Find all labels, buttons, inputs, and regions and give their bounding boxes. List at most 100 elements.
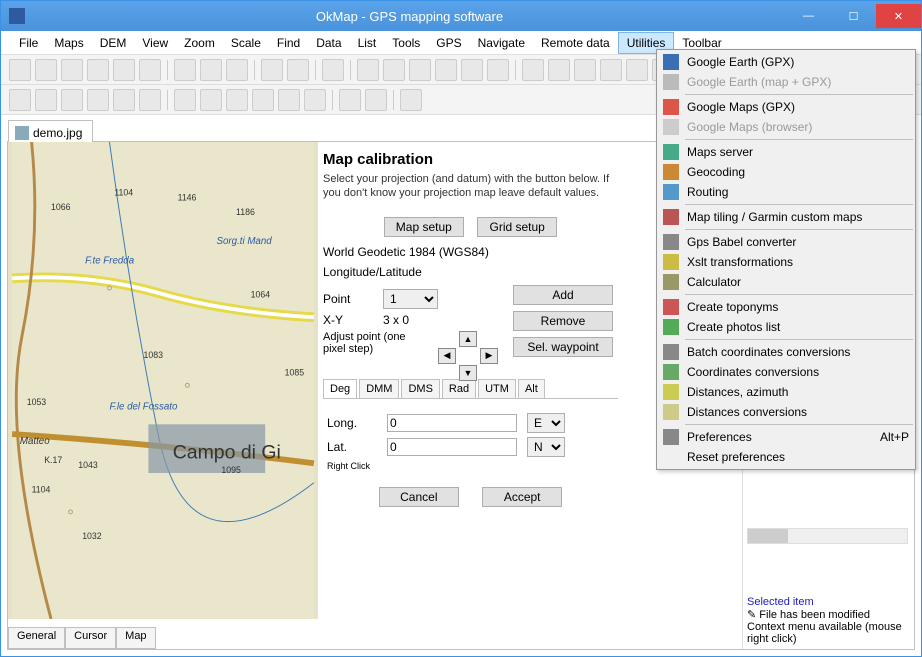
latitude-input[interactable] (387, 438, 517, 456)
menu-navigate[interactable]: Navigate (470, 33, 533, 53)
menu-maps[interactable]: Maps (46, 33, 91, 53)
tool-icon[interactable] (574, 59, 596, 81)
menu-item-distances-conversions[interactable]: Distances conversions (659, 402, 913, 422)
tool-icon[interactable] (400, 89, 422, 111)
tool-icon[interactable] (383, 59, 405, 81)
tool-icon[interactable] (626, 59, 648, 81)
tool-icon[interactable] (87, 89, 109, 111)
menu-find[interactable]: Find (269, 33, 308, 53)
accept-button[interactable]: Accept (482, 487, 562, 507)
menu-item-gps-babel-converter[interactable]: Gps Babel converter (659, 232, 913, 252)
coord-tab-dms[interactable]: DMS (401, 379, 439, 398)
minimize-button[interactable]: — (786, 4, 831, 28)
document-tab[interactable]: demo.jpg (8, 120, 93, 142)
coord-tab-deg[interactable]: Deg (323, 379, 357, 398)
tool-icon[interactable] (487, 59, 509, 81)
menu-data[interactable]: Data (308, 33, 349, 53)
menu-item-distances-azimuth[interactable]: Distances, azimuth (659, 382, 913, 402)
tool-icon[interactable] (461, 59, 483, 81)
tool-icon[interactable] (35, 59, 57, 81)
tool-icon[interactable] (322, 59, 344, 81)
longitude-direction-select[interactable]: E (527, 413, 565, 433)
tool-icon[interactable] (226, 89, 248, 111)
tool-icon[interactable] (357, 59, 379, 81)
menu-item-xslt-transformations[interactable]: Xslt transformations (659, 252, 913, 272)
tool-icon[interactable] (174, 89, 196, 111)
menu-tools[interactable]: Tools (384, 33, 428, 53)
tool-icon[interactable] (139, 89, 161, 111)
tool-icon[interactable] (174, 59, 196, 81)
menu-item-google-earth-gpx-[interactable]: Google Earth (GPX) (659, 52, 913, 72)
maximize-button[interactable]: ☐ (831, 4, 876, 28)
menu-list[interactable]: List (350, 33, 385, 53)
tool-icon[interactable] (261, 59, 283, 81)
grid-setup-button[interactable]: Grid setup (477, 217, 557, 237)
tool-icon[interactable] (548, 59, 570, 81)
tool-icon[interactable] (87, 59, 109, 81)
gmap-icon (663, 99, 679, 115)
arrow-right-button[interactable]: ▶ (480, 348, 498, 364)
cancel-button[interactable]: Cancel (379, 487, 459, 507)
tool-icon[interactable] (600, 59, 622, 81)
menu-item-create-photos-list[interactable]: Create photos list (659, 317, 913, 337)
menu-item-reset-preferences[interactable]: Reset preferences (659, 447, 913, 467)
coord-tab-alt[interactable]: Alt (518, 379, 545, 398)
menu-item-geocoding[interactable]: Geocoding (659, 162, 913, 182)
menu-item-routing[interactable]: Routing (659, 182, 913, 202)
close-button[interactable]: ✕ (876, 4, 921, 28)
coord-tab-dmm[interactable]: DMM (359, 379, 399, 398)
tool-icon[interactable] (113, 89, 135, 111)
select-waypoint-button[interactable]: Sel. waypoint (513, 337, 613, 357)
menu-item-coordinates-conversions[interactable]: Coordinates conversions (659, 362, 913, 382)
menu-item-maps-server[interactable]: Maps server (659, 142, 913, 162)
tool-icon[interactable] (365, 89, 387, 111)
arrow-up-button[interactable]: ▲ (459, 331, 477, 347)
tool-icon[interactable] (61, 59, 83, 81)
tool-icon[interactable] (522, 59, 544, 81)
tab-cursor[interactable]: Cursor (65, 627, 116, 649)
tab-map[interactable]: Map (116, 627, 155, 649)
menu-item-map-tiling-garmin-custom-maps[interactable]: Map tiling / Garmin custom maps (659, 207, 913, 227)
arrow-down-button[interactable]: ▼ (459, 365, 477, 381)
tool-icon[interactable] (139, 59, 161, 81)
menu-dem[interactable]: DEM (92, 33, 135, 53)
menu-remote-data[interactable]: Remote data (533, 33, 618, 53)
add-button[interactable]: Add (513, 285, 613, 305)
menu-item-calculator[interactable]: Calculator (659, 272, 913, 292)
menu-zoom[interactable]: Zoom (176, 33, 223, 53)
tab-general[interactable]: General (8, 627, 65, 649)
tool-icon[interactable] (226, 59, 248, 81)
menu-file[interactable]: File (11, 33, 46, 53)
tool-icon[interactable] (339, 89, 361, 111)
tool-icon[interactable] (409, 59, 431, 81)
longitude-input[interactable] (387, 414, 517, 432)
tool-icon[interactable] (435, 59, 457, 81)
tool-icon[interactable] (35, 89, 57, 111)
menu-item-preferences[interactable]: PreferencesAlt+P (659, 427, 913, 447)
arrow-left-button[interactable]: ◀ (438, 348, 456, 364)
tool-icon[interactable] (9, 89, 31, 111)
menu-item-create-toponyms[interactable]: Create toponyms (659, 297, 913, 317)
tool-icon[interactable] (113, 59, 135, 81)
tool-icon[interactable] (61, 89, 83, 111)
tool-icon[interactable] (252, 89, 274, 111)
latitude-direction-select[interactable]: N (527, 437, 565, 457)
remove-button[interactable]: Remove (513, 311, 613, 331)
tool-icon[interactable] (287, 59, 309, 81)
coord-tab-utm[interactable]: UTM (478, 379, 516, 398)
menu-item-google-maps-gpx-[interactable]: Google Maps (GPX) (659, 97, 913, 117)
menu-gps[interactable]: GPS (428, 33, 469, 53)
menu-item-batch-coordinates-conversions[interactable]: Batch coordinates conversions (659, 342, 913, 362)
horizontal-scrollbar[interactable] (747, 528, 908, 544)
tool-icon[interactable] (9, 59, 31, 81)
menu-view[interactable]: View (134, 33, 176, 53)
coord-tab-rad[interactable]: Rad (442, 379, 476, 398)
menu-scale[interactable]: Scale (223, 33, 269, 53)
tool-icon[interactable] (304, 89, 326, 111)
map-setup-button[interactable]: Map setup (384, 217, 464, 237)
tool-icon[interactable] (278, 89, 300, 111)
map-image[interactable]: Campo di Gi F.te Fredda F.le del Fossato… (8, 142, 318, 619)
point-select[interactable]: 1 (383, 289, 438, 309)
tool-icon[interactable] (200, 59, 222, 81)
tool-icon[interactable] (200, 89, 222, 111)
